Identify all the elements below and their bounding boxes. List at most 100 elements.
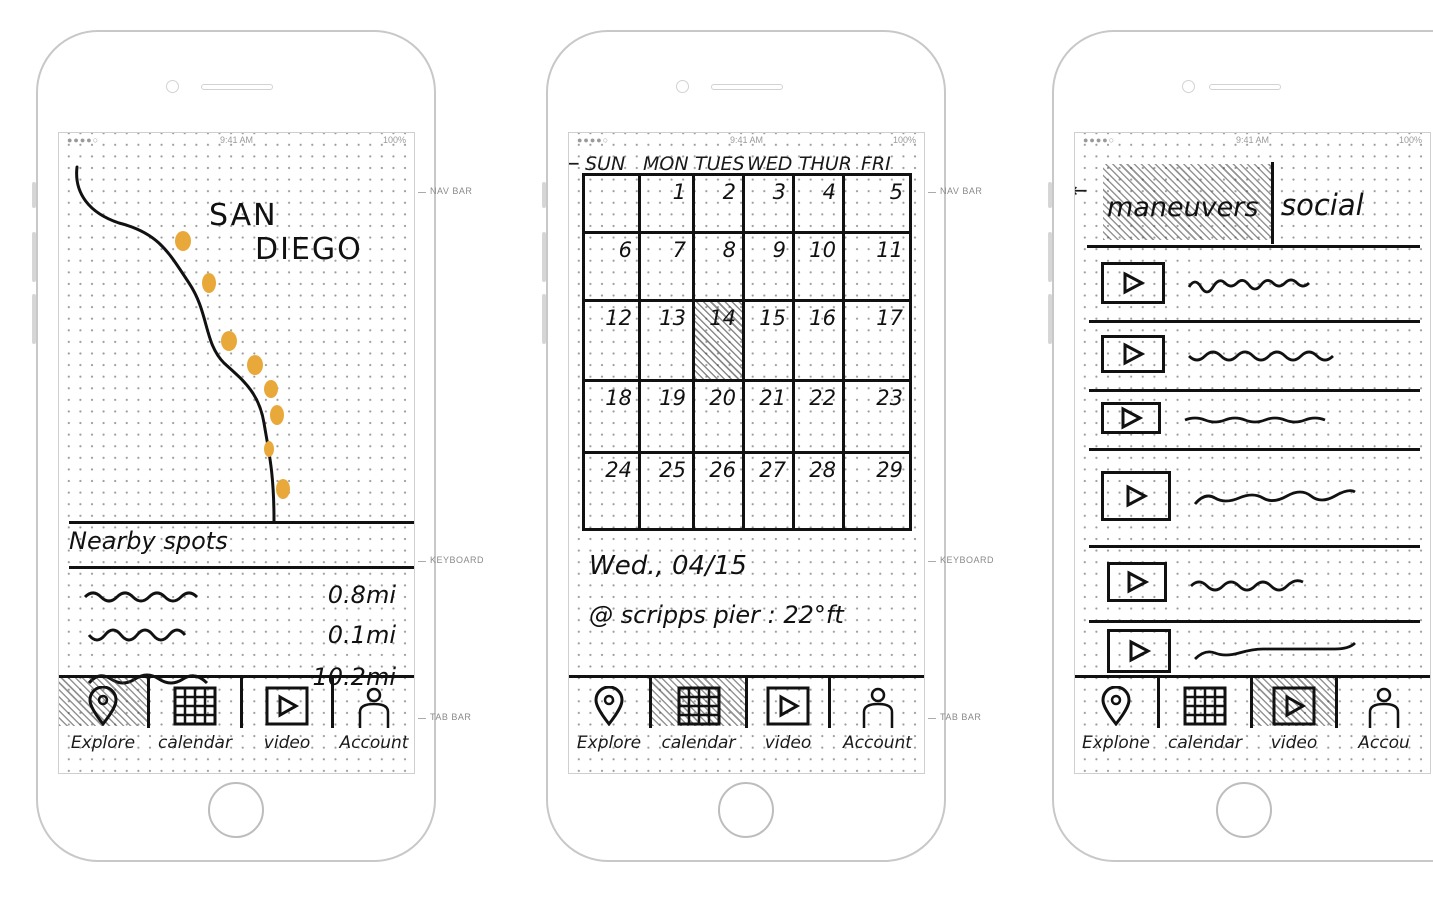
back-arrow-icon[interactable]: ← bbox=[1075, 178, 1088, 202]
tab-label: video bbox=[764, 733, 812, 753]
tab-video[interactable]: video bbox=[243, 678, 331, 773]
play-icon bbox=[1129, 639, 1152, 663]
back-arrow-icon[interactable]: ← bbox=[569, 151, 580, 175]
day-number: 15 bbox=[759, 306, 786, 330]
calendar-day[interactable]: 13 bbox=[641, 302, 695, 382]
status-time: 9:41 AM bbox=[1235, 135, 1270, 145]
video-list-item[interactable] bbox=[1089, 451, 1420, 548]
speaker bbox=[711, 84, 783, 90]
calendar-day[interactable]: 7 bbox=[641, 234, 695, 302]
segmented-control: ← maneuvers social bbox=[1075, 158, 1430, 248]
tab-label: maneuvers bbox=[1107, 192, 1259, 223]
video-title-scribble bbox=[1187, 342, 1377, 372]
calendar-day[interactable]: 18 bbox=[585, 382, 641, 454]
calendar-day[interactable]: 10 bbox=[795, 234, 845, 302]
calendar-day[interactable]: 14 bbox=[695, 302, 745, 382]
day-name: SUN bbox=[585, 153, 626, 175]
tab-video[interactable]: video bbox=[1253, 678, 1335, 773]
play-icon bbox=[1126, 484, 1149, 508]
calendar-day[interactable]: 3 bbox=[745, 176, 795, 234]
city-line: DIEGO bbox=[255, 232, 363, 267]
tab-calendar[interactable]: calendar bbox=[1160, 678, 1250, 773]
video-thumbnail[interactable] bbox=[1101, 471, 1171, 521]
tab-account[interactable]: Accou bbox=[1338, 678, 1430, 773]
battery-indicator: 100% bbox=[892, 135, 916, 145]
calendar-day[interactable]: 23 bbox=[845, 382, 909, 454]
video-thumbnail[interactable] bbox=[1107, 562, 1167, 602]
calendar-day[interactable]: 27 bbox=[745, 454, 795, 528]
video-list-item[interactable] bbox=[1089, 548, 1420, 623]
calendar-day[interactable] bbox=[585, 176, 641, 234]
calendar-day[interactable]: 22 bbox=[795, 382, 845, 454]
day-number: 7 bbox=[672, 238, 686, 262]
spot-marker bbox=[175, 231, 191, 251]
tab-social[interactable]: social bbox=[1281, 188, 1364, 222]
calendar-day[interactable]: 25 bbox=[641, 454, 695, 528]
video-list-item[interactable] bbox=[1089, 248, 1420, 323]
calendar-day[interactable]: 8 bbox=[695, 234, 745, 302]
spot-distance: 0.8mi bbox=[327, 581, 396, 609]
video-thumbnail[interactable] bbox=[1101, 402, 1161, 434]
video-thumbnail[interactable] bbox=[1101, 335, 1165, 373]
section-title: Nearby spots bbox=[69, 527, 228, 555]
play-icon bbox=[1123, 271, 1146, 295]
tab-explore[interactable]: Explore bbox=[59, 678, 147, 773]
day-number: 25 bbox=[659, 458, 686, 482]
list-item[interactable]: 0.1mi bbox=[81, 619, 396, 655]
calendar-day[interactable]: 11 bbox=[845, 234, 909, 302]
calendar-day[interactable]: 15 bbox=[745, 302, 795, 382]
calendar-day[interactable]: 5 bbox=[845, 176, 909, 234]
video-play-icon bbox=[766, 686, 810, 726]
tab-calendar[interactable]: calendar bbox=[652, 678, 745, 773]
day-name: WED bbox=[747, 153, 793, 175]
video-title-scribble bbox=[1187, 271, 1377, 301]
calendar-day[interactable]: 28 bbox=[795, 454, 845, 528]
spot-marker bbox=[270, 405, 284, 425]
calendar-day[interactable]: 21 bbox=[745, 382, 795, 454]
calendar-day[interactable]: 16 bbox=[795, 302, 845, 382]
calendar-day[interactable]: 26 bbox=[695, 454, 745, 528]
video-list-item[interactable] bbox=[1089, 392, 1420, 451]
calendar-day[interactable]: 20 bbox=[695, 382, 745, 454]
camera-icon bbox=[1182, 80, 1195, 93]
tab-calendar[interactable]: calendar bbox=[150, 678, 240, 773]
tab-video[interactable]: video bbox=[748, 678, 828, 773]
home-button[interactable] bbox=[1215, 782, 1272, 838]
home-button[interactable] bbox=[208, 782, 264, 838]
video-thumbnail[interactable] bbox=[1101, 262, 1165, 304]
day-name: THUR bbox=[799, 153, 853, 175]
tab-explore[interactable]: Explone bbox=[1075, 678, 1157, 773]
play-icon bbox=[1121, 406, 1144, 430]
day-number: 29 bbox=[876, 458, 903, 482]
calendar-day[interactable]: 19 bbox=[641, 382, 695, 454]
status-bar: ●●●●○ 9:41 AM 100% bbox=[569, 135, 924, 149]
day-number: 12 bbox=[605, 306, 632, 330]
camera-icon bbox=[166, 80, 179, 93]
home-button[interactable] bbox=[718, 782, 774, 838]
map-area[interactable]: SAN DIEGO bbox=[59, 153, 414, 521]
event-date: Wed., 04/15 bbox=[589, 551, 747, 581]
tab-explore[interactable]: Explore bbox=[569, 678, 649, 773]
calendar-day[interactable]: 9 bbox=[745, 234, 795, 302]
video-list-item[interactable] bbox=[1089, 323, 1420, 392]
calendar-day[interactable]: 12 bbox=[585, 302, 641, 382]
annotation-nav-bar: NAV BAR bbox=[927, 186, 983, 196]
tab-account[interactable]: Account bbox=[831, 678, 924, 773]
calendar-day[interactable]: 4 bbox=[795, 176, 845, 234]
video-list-item[interactable] bbox=[1089, 623, 1420, 679]
list-item[interactable]: 0.8mi bbox=[81, 579, 396, 615]
screen: ●●●●○ 9:41 AM 100% ← SUN MON TUES WED TH… bbox=[568, 132, 925, 774]
screen: ●●●●○ 9:41 AM 100% SAN DIEGO Nearby spot… bbox=[58, 132, 415, 774]
tab-maneuvers[interactable]: maneuvers bbox=[1103, 164, 1271, 240]
calendar-day[interactable]: 24 bbox=[585, 454, 641, 528]
calendar-grid: 1 2 3 4 5 6 7 8 9 10 11 12 13 14 15 16 17 18 19 20 21 22 23 24 2… bbox=[582, 173, 912, 531]
video-thumbnail[interactable] bbox=[1107, 629, 1171, 673]
calendar-day[interactable]: 2 bbox=[695, 176, 745, 234]
video-title-scribble bbox=[1193, 639, 1383, 669]
calendar-day[interactable]: 17 bbox=[845, 302, 909, 382]
tab-account[interactable]: Account bbox=[334, 678, 414, 773]
day-number: 26 bbox=[709, 458, 736, 482]
calendar-day[interactable]: 6 bbox=[585, 234, 641, 302]
calendar-day[interactable]: 29 bbox=[845, 454, 909, 528]
calendar-day[interactable]: 1 bbox=[641, 176, 695, 234]
